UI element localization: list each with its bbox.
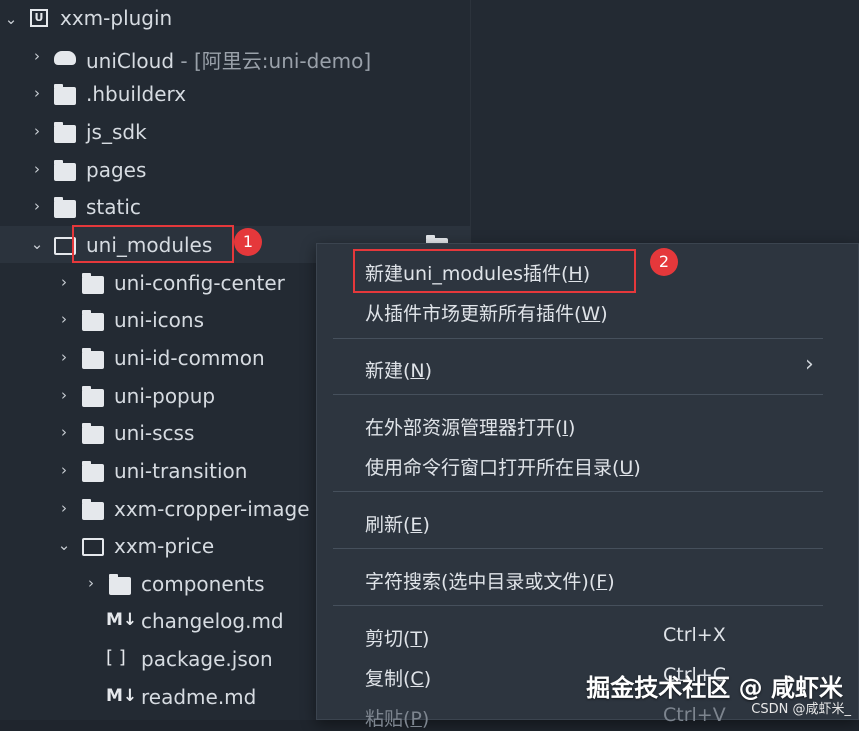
chevron-right-icon[interactable]: › xyxy=(57,388,71,403)
folder-icon xyxy=(54,160,76,181)
menu-separator xyxy=(333,338,823,339)
shortcut-cut: Ctrl+X xyxy=(663,624,726,646)
folder-icon xyxy=(109,574,131,595)
cloud-icon xyxy=(54,51,76,65)
context-menu: 新建uni_modules插件(H) 从插件市场更新所有插件(W) 新建(N) … xyxy=(316,243,859,730)
menu-item-update-all-plugins[interactable]: 从插件市场更新所有插件(W) xyxy=(365,299,608,326)
chevron-right-icon[interactable]: › xyxy=(30,124,44,139)
menu-separator xyxy=(333,605,823,606)
tree-item-js-sdk[interactable]: › js_sdk xyxy=(0,113,470,150)
menu-item-new[interactable]: 新建(N) xyxy=(365,356,432,383)
tree-item-label: readme.md xyxy=(141,685,257,709)
tree-root[interactable]: ⌄ U xxm-plugin xyxy=(0,0,470,37)
tree-item-pages[interactable]: › pages xyxy=(0,151,470,188)
tree-item-label: pages xyxy=(86,158,147,182)
menu-item-refresh[interactable]: 刷新(E) xyxy=(365,510,430,537)
folder-icon xyxy=(82,273,104,294)
folder-icon xyxy=(82,499,104,520)
menu-separator xyxy=(333,394,823,395)
chevron-right-icon[interactable]: › xyxy=(57,350,71,365)
folder-icon xyxy=(82,423,104,444)
folder-icon xyxy=(54,197,76,218)
highlight-box-uni-modules xyxy=(72,225,234,263)
tree-item-label: uniCloud xyxy=(86,49,175,73)
chevron-right-icon: › xyxy=(805,352,814,377)
highlight-box-new-plugin xyxy=(353,249,636,293)
annotation-badge-1: 1 xyxy=(234,228,262,256)
chevron-right-icon[interactable]: › xyxy=(57,463,71,478)
folder-icon xyxy=(82,461,104,482)
annotation-badge-2: 2 xyxy=(650,248,678,276)
menu-item-copy[interactable]: 复制(C) xyxy=(365,664,431,691)
folder-icon xyxy=(54,84,76,105)
tree-item-unicloud[interactable]: › uniCloud - [阿里云:uni-demo] xyxy=(0,38,470,75)
json-file-icon: [ ] xyxy=(106,647,126,668)
chevron-down-icon[interactable]: ⌄ xyxy=(57,538,71,553)
chevron-right-icon[interactable]: › xyxy=(57,275,71,290)
menu-item-paste[interactable]: 粘贴(P) xyxy=(365,704,429,731)
chevron-down-icon[interactable]: ⌄ xyxy=(30,237,44,252)
chevron-right-icon[interactable]: › xyxy=(30,162,44,177)
watermark-sub: CSDN @咸虾米_ xyxy=(751,702,851,717)
project-icon: U xyxy=(30,9,48,27)
folder-icon xyxy=(82,348,104,369)
chevron-right-icon[interactable]: › xyxy=(57,312,71,327)
menu-separator xyxy=(333,491,823,492)
chevron-right-icon[interactable]: › xyxy=(30,86,44,101)
folder-open-icon xyxy=(82,538,104,556)
tree-item-label: uni-transition xyxy=(114,459,248,483)
chevron-right-icon[interactable]: › xyxy=(57,501,71,516)
menu-item-open-in-explorer[interactable]: 在外部资源管理器打开(I) xyxy=(365,413,575,440)
folder-icon xyxy=(54,122,76,143)
tree-item-label: changelog.md xyxy=(141,609,284,633)
tree-item-label: uni-scss xyxy=(114,421,195,445)
chevron-right-icon[interactable]: › xyxy=(84,576,98,591)
shortcut-paste: Ctrl+V xyxy=(663,704,726,726)
menu-item-cut[interactable]: 剪切(T) xyxy=(365,624,429,651)
tree-item-label: uni-popup xyxy=(114,384,216,408)
folder-icon xyxy=(82,386,104,407)
tree-item-label: xxm-cropper-image xyxy=(114,497,310,521)
chevron-right-icon[interactable]: › xyxy=(57,425,71,440)
tree-item-label: uni-config-center xyxy=(114,271,285,295)
tree-item-suffix: - [阿里云:uni-demo] xyxy=(174,49,372,73)
markdown-file-icon: M↓ xyxy=(106,610,138,630)
chevron-right-icon[interactable]: › xyxy=(30,49,44,64)
tree-item-label: uni-icons xyxy=(114,308,205,332)
chevron-right-icon[interactable]: › xyxy=(30,199,44,214)
folder-icon xyxy=(82,310,104,331)
chevron-down-icon[interactable]: ⌄ xyxy=(4,12,18,27)
menu-item-open-in-terminal[interactable]: 使用命令行窗口打开所在目录(U) xyxy=(365,453,641,480)
tree-item-label: xxm-plugin xyxy=(60,6,173,30)
tree-item-hbuilderx[interactable]: › .hbuilderx xyxy=(0,75,470,112)
menu-separator xyxy=(333,548,823,549)
tree-item-label: uni-id-common xyxy=(114,346,265,370)
markdown-file-icon: M↓ xyxy=(106,686,138,706)
tree-item-label: components xyxy=(141,572,265,596)
tree-item-label: xxm-price xyxy=(114,534,215,558)
tree-item-label: static xyxy=(86,195,141,219)
tree-item-label: .hbuilderx xyxy=(86,82,187,106)
tree-item-label: package.json xyxy=(141,647,273,671)
menu-item-search[interactable]: 字符搜索(选中目录或文件)(F) xyxy=(365,567,615,594)
tree-item-label: js_sdk xyxy=(86,120,147,144)
tree-item-static[interactable]: › static xyxy=(0,188,470,225)
